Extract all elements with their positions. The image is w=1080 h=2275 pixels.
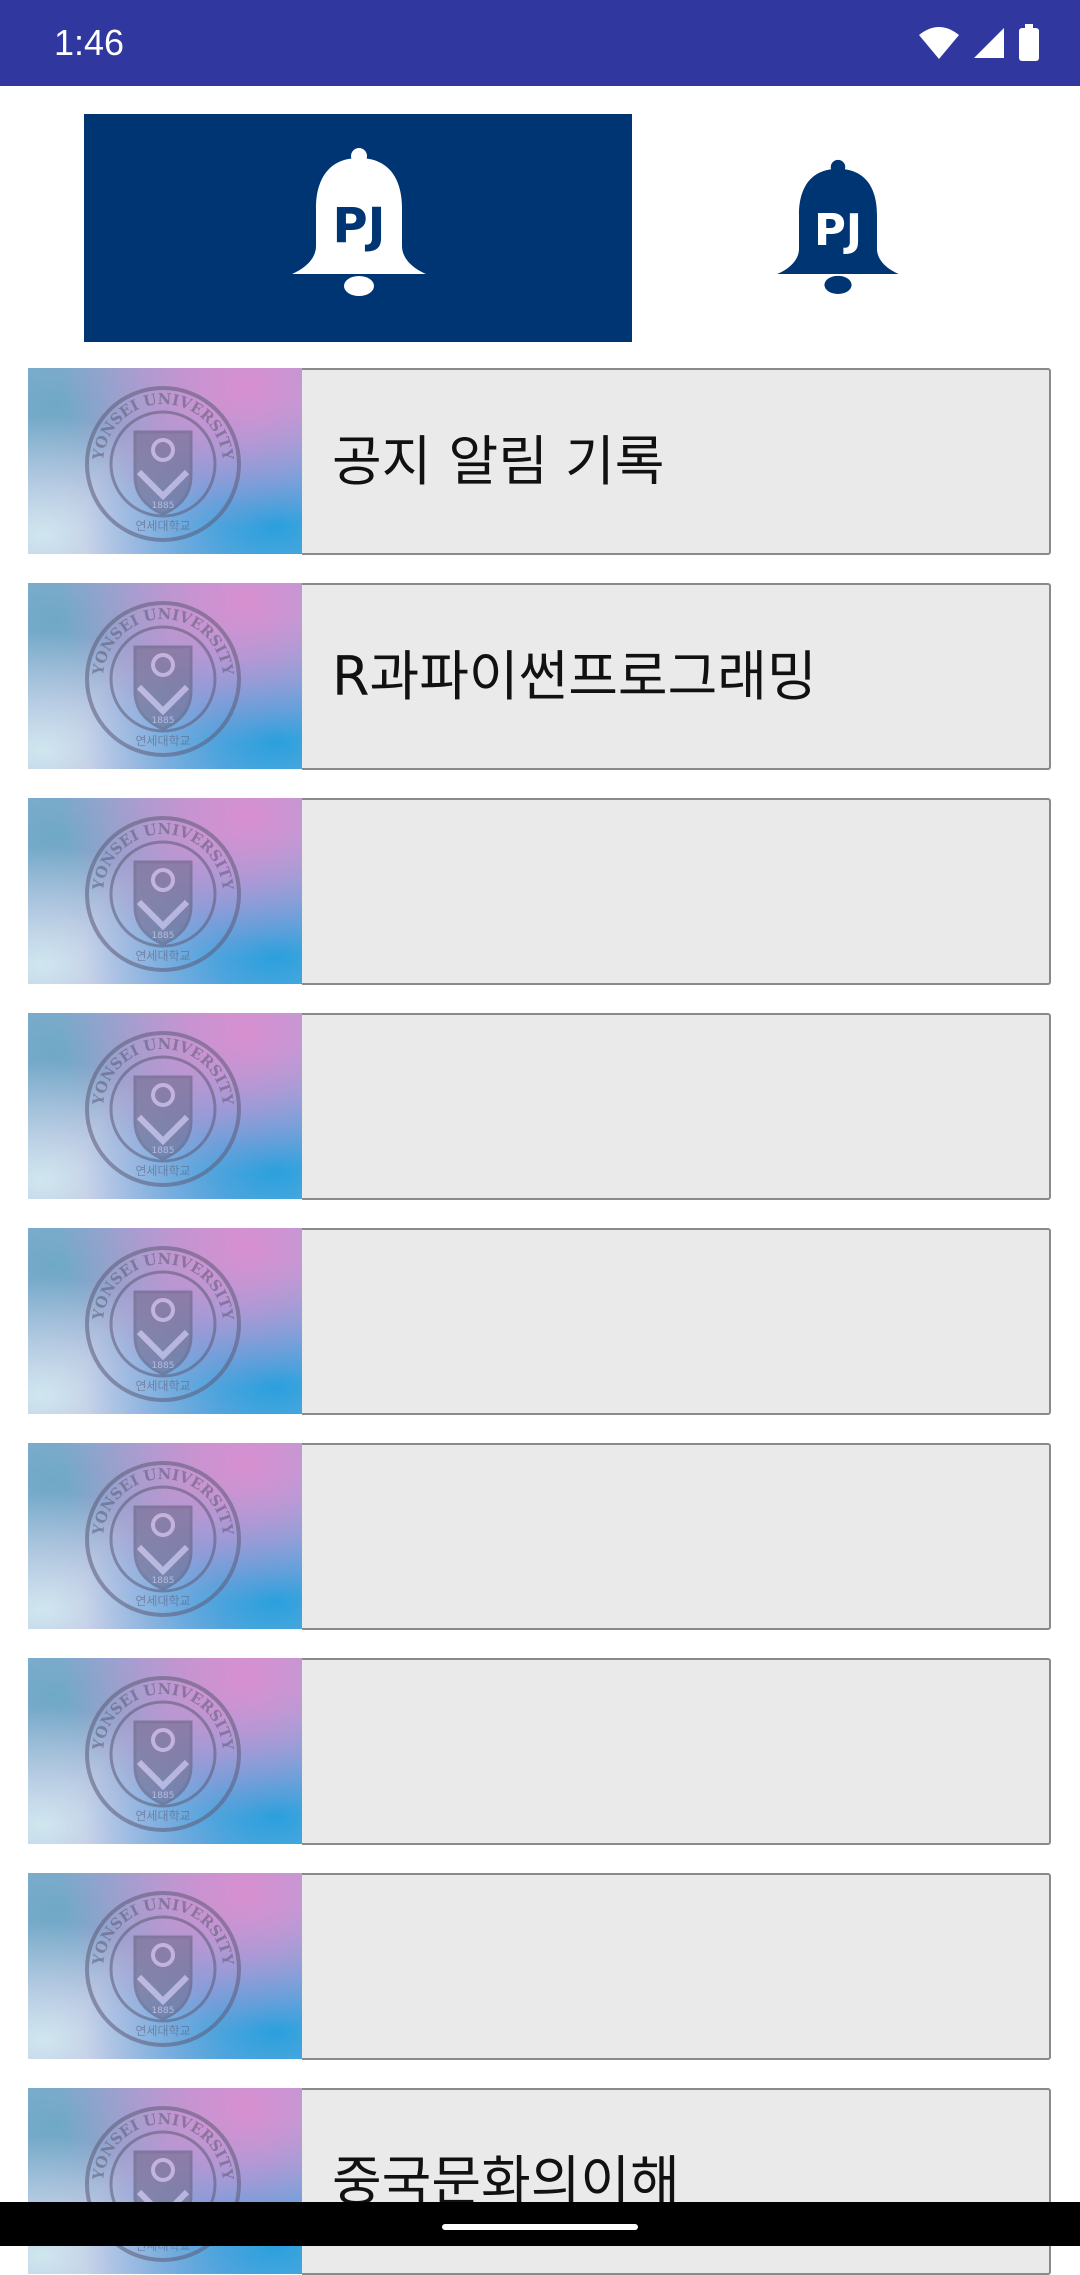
course-row[interactable]: YONSEI UNIVERSITY 연세대학교 1885 중국문화의이해 [28,2088,1052,2275]
course-thumbnail: YONSEI UNIVERSITY 연세대학교 1885 [28,798,302,984]
svg-text:1885: 1885 [152,931,175,941]
course-thumbnail: YONSEI UNIVERSITY 연세대학교 1885 [28,1013,302,1199]
svg-text:1885: 1885 [152,1791,175,1801]
svg-text:연세대학교: 연세대학교 [135,1594,190,1608]
tab-notifications-active[interactable]: PJ [84,114,632,342]
course-title: R과파이썬프로그래밍 [332,645,817,708]
svg-text:1885: 1885 [152,1146,175,1156]
svg-text:1885: 1885 [152,501,175,511]
course-title-box [302,798,1051,985]
course-title-box [302,1873,1051,2060]
course-thumbnail: YONSEI UNIVERSITY 연세대학교 1885 [28,1873,302,2059]
course-row[interactable]: YONSEI UNIVERSITY 연세대학교 1885 R과파이썬프로그래밍 [28,583,1052,770]
course-thumbnail: YONSEI UNIVERSITY 연세대학교 1885 [28,2088,302,2274]
svg-text:연세대학교: 연세대학교 [135,519,190,533]
bell-text: PJ [814,206,862,256]
svg-text:1885: 1885 [152,2006,175,2016]
course-row[interactable]: YONSEI UNIVERSITY 연세대학교 1885 [28,1873,1052,2060]
yonsei-university-seal-icon: YONSEI UNIVERSITY 연세대학교 1885 [85,601,241,757]
course-title-box: 공지 알림 기록 [302,368,1051,555]
course-title-box [302,1658,1051,1845]
svg-text:1885: 1885 [152,1576,175,1586]
course-title-box [302,1443,1051,1630]
svg-text:연세대학교: 연세대학교 [135,734,190,748]
course-thumbnail: YONSEI UNIVERSITY 연세대학교 1885 [28,1443,302,1629]
battery-icon [1019,24,1039,61]
bell-icon: PJ [292,148,426,296]
course-title: 공지 알림 기록 [332,430,665,493]
status-icons [918,22,1040,64]
course-row[interactable]: YONSEI UNIVERSITY 연세대학교 1885 [28,1443,1052,1630]
status-bar: 1:46 [0,0,1080,86]
svg-text:연세대학교: 연세대학교 [135,1164,190,1178]
yonsei-university-seal-icon: YONSEI UNIVERSITY 연세대학교 1885 [85,1676,241,1832]
yonsei-university-seal-icon: YONSEI UNIVERSITY 연세대학교 1885 [85,1246,241,1402]
yonsei-university-seal-icon: YONSEI UNIVERSITY 연세대학교 1885 [85,386,241,542]
course-thumbnail: YONSEI UNIVERSITY 연세대학교 1885 [28,1228,302,1414]
top-tab-bar: PJ PJ [0,86,1080,358]
navigation-bar [0,2202,1080,2246]
course-title-box: 중국문화의이해 [302,2088,1051,2275]
svg-text:연세대학교: 연세대학교 [135,949,190,963]
svg-text:연세대학교: 연세대학교 [135,2024,190,2038]
yonsei-university-seal-icon: YONSEI UNIVERSITY 연세대학교 1885 [85,816,241,972]
yonsei-university-seal-icon: YONSEI UNIVERSITY 연세대학교 1885 [85,1031,241,1187]
course-row[interactable]: YONSEI UNIVERSITY 연세대학교 1885 [28,1013,1052,1200]
yonsei-university-seal-icon: YONSEI UNIVERSITY 연세대학교 1885 [85,1461,241,1617]
status-time: 1:46 [54,22,125,63]
course-title-box [302,1013,1051,1200]
course-row[interactable]: YONSEI UNIVERSITY 연세대학교 1885 [28,1658,1052,1845]
course-title-box: R과파이썬프로그래밍 [302,583,1051,770]
course-title-box [302,1228,1051,1415]
course-row[interactable]: YONSEI UNIVERSITY 연세대학교 1885 [28,1228,1052,1415]
course-thumbnail: YONSEI UNIVERSITY 연세대학교 1885 [28,1658,302,1844]
svg-text:1885: 1885 [152,716,175,726]
course-thumbnail: YONSEI UNIVERSITY 연세대학교 1885 [28,583,302,769]
home-gesture-handle[interactable] [442,2224,638,2230]
yonsei-university-seal-icon: YONSEI UNIVERSITY 연세대학교 1885 [85,1891,241,2047]
course-thumbnail: YONSEI UNIVERSITY 연세대학교 1885 [28,368,302,554]
svg-text:연세대학교: 연세대학교 [135,1379,190,1393]
wifi-icon [919,27,959,59]
svg-text:1885: 1885 [152,1361,175,1371]
bell-icon: PJ [777,159,899,294]
bell-text: PJ [332,198,385,254]
course-row[interactable]: YONSEI UNIVERSITY 연세대학교 1885 [28,798,1052,985]
svg-text:연세대학교: 연세대학교 [135,1809,190,1823]
tab-notifications-inactive[interactable]: PJ [690,114,986,342]
course-row[interactable]: YONSEI UNIVERSITY 연세대학교 1885 공지 알림 기록 [28,368,1052,555]
cell-signal-icon [974,28,1004,58]
